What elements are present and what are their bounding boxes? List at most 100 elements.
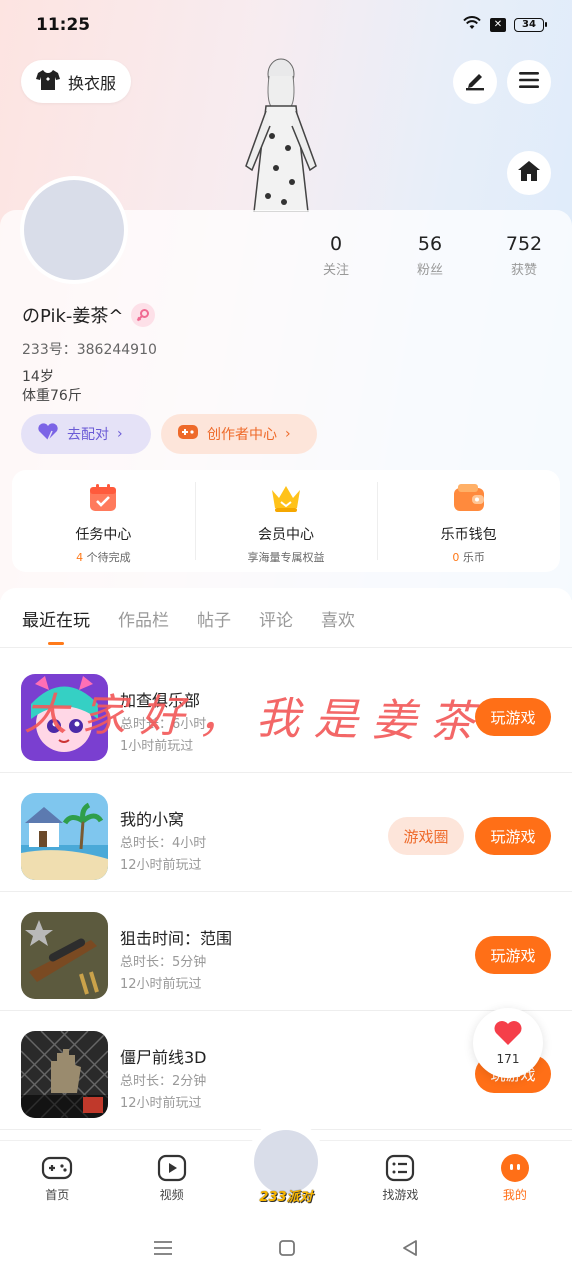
game-name: 狙击时间：范围 xyxy=(120,929,233,948)
nav-label: 视频 xyxy=(159,1188,184,1202)
shirt-icon xyxy=(35,69,60,95)
tab-likes[interactable]: 喜欢 xyxy=(321,606,355,631)
game-icon-sniper-time[interactable] xyxy=(21,912,108,999)
house-icon xyxy=(517,160,541,186)
heart-icon xyxy=(37,423,59,445)
nav-label: 我的 xyxy=(502,1188,527,1202)
task-center-title: 任务中心 xyxy=(75,527,132,543)
status-time: 11:25 xyxy=(36,15,91,35)
heart-icon xyxy=(493,1020,523,1050)
game-last-played: 12小时前玩过 xyxy=(120,1096,202,1111)
game-last-played: 12小时前玩过 xyxy=(120,977,202,992)
home-square-icon[interactable] xyxy=(278,1239,296,1261)
game-duration: 总时长：2分钟 xyxy=(120,1074,207,1089)
stat-label: 粉丝 xyxy=(416,263,443,278)
home-page-button[interactable] xyxy=(507,151,551,195)
notification-icon: ✕ xyxy=(490,18,506,32)
vip-center-sub: 享海量专属权益 xyxy=(247,551,325,564)
system-navigation-bar xyxy=(0,1220,572,1280)
video-play-icon xyxy=(156,1153,188,1183)
list-item[interactable]: 我的小窝 总时长：4小时 12小时前玩过 游戏圈 玩游戏 xyxy=(0,773,572,892)
game-duration: 总时长：5分钟 xyxy=(120,955,207,970)
nickname-row: のPik-姜茶^ xyxy=(22,302,156,328)
wifi-icon xyxy=(462,15,482,35)
party-label[interactable]: 233派对 xyxy=(254,1186,318,1205)
tab-recently-played[interactable]: 最近在玩 xyxy=(22,606,90,645)
gamepad-icon xyxy=(177,424,199,444)
game-name: 我的小窝 xyxy=(120,810,185,829)
vip-center-entry[interactable]: 会员中心 享海量专属权益 xyxy=(194,470,378,572)
tab-posts[interactable]: 帖子 xyxy=(197,606,231,631)
game-duration: 总时长：6小时 xyxy=(120,717,207,732)
vip-center-title: 会员中心 xyxy=(258,527,314,543)
chevron-right-icon: › xyxy=(117,426,123,442)
avatar[interactable] xyxy=(20,176,128,284)
stat-number: 0 xyxy=(329,233,343,255)
change-outfit-button[interactable]: 换衣服 xyxy=(21,60,131,103)
quick-entry-panel: 任务中心 4 个待完成 会员中心 享海量专属权益 乐币钱包 0 乐币 xyxy=(12,470,560,572)
nav-video[interactable]: 视频 xyxy=(114,1141,228,1220)
like-count: 171 xyxy=(496,1052,520,1066)
stat-following[interactable]: 0 关注 xyxy=(300,233,372,278)
stat-label: 获赞 xyxy=(510,263,537,278)
back-triangle-icon[interactable] xyxy=(401,1239,419,1261)
nav-find-games[interactable]: 找游戏 xyxy=(343,1141,457,1220)
profile-stats: 0 关注 56 粉丝 752 获赞 xyxy=(300,233,560,278)
game-icon-gacha-club[interactable] xyxy=(21,674,108,761)
wallet-icon xyxy=(452,484,486,518)
gamepad-icon xyxy=(41,1153,73,1183)
stat-number: 752 xyxy=(505,233,543,255)
nav-label: 首页 xyxy=(45,1188,70,1202)
tab-works[interactable]: 作品栏 xyxy=(118,606,169,631)
match-button[interactable]: 去配对 › xyxy=(21,414,151,454)
stat-fans[interactable]: 56 粉丝 xyxy=(394,233,466,278)
list-item[interactable]: 狙击时间：范围 总时长：5分钟 12小时前玩过 玩游戏 xyxy=(0,892,572,1011)
avatar-3d-figure[interactable] xyxy=(236,56,326,213)
game-circle-button[interactable]: 游戏圈 xyxy=(388,817,464,855)
list-item[interactable]: 加查俱乐部 总时长：6小时 1小时前玩过 玩游戏 xyxy=(0,654,572,773)
tab-comments[interactable]: 评论 xyxy=(259,606,293,631)
chevron-right-icon: › xyxy=(285,426,291,442)
game-icon-my-nest[interactable] xyxy=(21,793,108,880)
creator-center-label: 创作者中心 xyxy=(207,427,277,443)
play-game-button[interactable]: 玩游戏 xyxy=(475,817,551,855)
game-last-played: 1小时前玩过 xyxy=(120,739,194,754)
nav-mine[interactable]: 我的 xyxy=(458,1141,572,1220)
game-name: 僵尸前线3D xyxy=(120,1048,207,1067)
game-name: 加查俱乐部 xyxy=(120,691,201,710)
wallet-sub-text: 乐币 xyxy=(459,551,485,564)
play-game-button[interactable]: 玩游戏 xyxy=(475,936,551,974)
party-avatar[interactable] xyxy=(254,1130,318,1194)
match-label: 去配对 xyxy=(67,427,109,443)
user-age: 14岁 xyxy=(22,369,54,385)
smiley-icon xyxy=(499,1153,531,1183)
stat-label: 关注 xyxy=(322,263,349,278)
creator-center-button[interactable]: 创作者中心 › xyxy=(161,414,317,454)
edit-profile-button[interactable] xyxy=(453,60,497,104)
recent-apps-icon[interactable] xyxy=(153,1240,173,1260)
stat-number: 56 xyxy=(417,233,443,255)
content-tabs: 最近在玩 作品栏 帖子 评论 喜欢 xyxy=(22,606,355,645)
game-duration: 总时长：4小时 xyxy=(120,836,207,851)
change-outfit-label: 换衣服 xyxy=(67,73,116,93)
task-center-sub: 4 个待完成 xyxy=(12,549,195,565)
menu-button[interactable] xyxy=(507,60,551,104)
wallet-sub: 0 乐币 xyxy=(377,549,560,565)
play-game-button[interactable]: 玩游戏 xyxy=(475,698,551,736)
menu-icon xyxy=(518,70,540,94)
user-weight: 体重76斤 xyxy=(22,388,82,404)
task-center-sub-text: 个待完成 xyxy=(83,551,131,564)
wallet-entry[interactable]: 乐币钱包 0 乐币 xyxy=(377,470,560,572)
game-last-played: 12小时前玩过 xyxy=(120,858,202,873)
wallet-title: 乐币钱包 xyxy=(440,527,497,543)
pen-icon xyxy=(464,69,486,95)
stat-likes[interactable]: 752 获赞 xyxy=(488,233,560,278)
user-id: 233号：386244910 xyxy=(22,342,157,358)
game-icon-zombie-frontier[interactable] xyxy=(21,1031,108,1118)
crown-icon xyxy=(269,486,303,518)
like-bubble[interactable]: 171 xyxy=(473,1008,543,1078)
female-icon xyxy=(131,303,156,327)
task-center-entry[interactable]: 任务中心 4 个待完成 xyxy=(12,470,195,572)
nav-home[interactable]: 首页 xyxy=(0,1141,114,1220)
battery-indicator: 34 xyxy=(514,18,547,32)
